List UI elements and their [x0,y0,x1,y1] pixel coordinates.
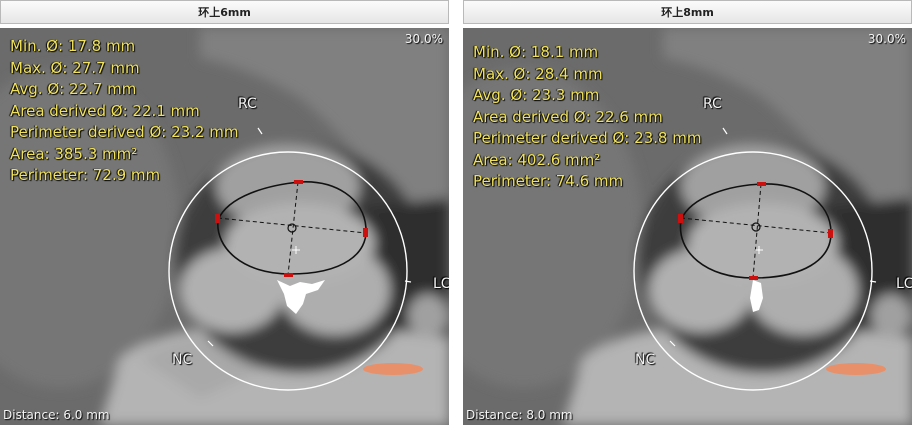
ct-viewport[interactable]: Min. Ø: 17.8 mm Max. Ø: 27.7 mm Avg. Ø: … [0,28,449,425]
perimeter-derived-diameter-text: Perimeter derived Ø: 23.8 mm [473,129,702,147]
measurements-overlay: Min. Ø: 18.1 mm Max. Ø: 28.4 mm Avg. Ø: … [473,42,701,193]
label-lc: LC [896,276,912,292]
marker-bottom [284,273,293,277]
measurements-overlay: Min. Ø: 17.8 mm Max. Ø: 27.7 mm Avg. Ø: … [10,36,238,187]
marker-left [215,214,220,223]
zoom-level: 30.0% [867,32,906,46]
panel-title: 环上8mm [463,0,912,24]
marker-right [828,229,833,238]
avg-diameter-text: Avg. Ø: 23.3 mm [473,86,600,104]
perimeter-text: Perimeter: 72.9 mm [10,166,161,184]
avg-diameter-text: Avg. Ø: 22.7 mm [10,80,137,98]
max-diameter-text: Max. Ø: 28.4 mm [473,64,603,83]
viewer-panel-left[interactable]: 环上6mm Min. Ø: 17.8 mm Max. Ø: 27.7 mm Av… [0,0,451,425]
label-nc: NC [172,352,193,368]
zoom-level: 30.0% [404,32,443,46]
marker-bottom [749,276,758,280]
label-rc: RC [703,96,722,112]
perimeter-text: Perimeter: 74.6 mm [473,172,624,190]
marker-top [757,182,766,186]
area-text: Area: 402.6 mm² [473,150,601,169]
orange-marker [363,363,423,375]
area-derived-diameter-text: Area derived Ø: 22.1 mm [10,101,200,120]
orange-marker [826,363,886,375]
min-diameter-text: Min. Ø: 17.8 mm [10,37,136,55]
marker-left [678,214,683,223]
panel-title: 环上6mm [0,0,449,24]
distance-readout: Distance: 6.0 mm [3,408,110,422]
viewer-panel-right[interactable]: 环上8mm Min. Ø: 18.1 mm Max. Ø: 28.4 mm Av… [463,0,914,425]
ct-viewport[interactable]: Min. Ø: 18.1 mm Max. Ø: 28.4 mm Avg. Ø: … [463,28,912,425]
distance-readout: Distance: 8.0 mm [466,408,573,422]
label-nc: NC [635,352,656,368]
label-lc: LC [433,276,449,292]
label-rc: RC [238,96,257,112]
max-diameter-text: Max. Ø: 27.7 mm [10,58,140,77]
min-diameter-text: Min. Ø: 18.1 mm [473,43,599,61]
perimeter-derived-diameter-text: Perimeter derived Ø: 23.2 mm [10,123,239,141]
marker-top [294,180,303,184]
marker-right [363,228,368,237]
area-text: Area: 385.3 mm² [10,144,138,163]
area-derived-diameter-text: Area derived Ø: 22.6 mm [473,107,663,126]
